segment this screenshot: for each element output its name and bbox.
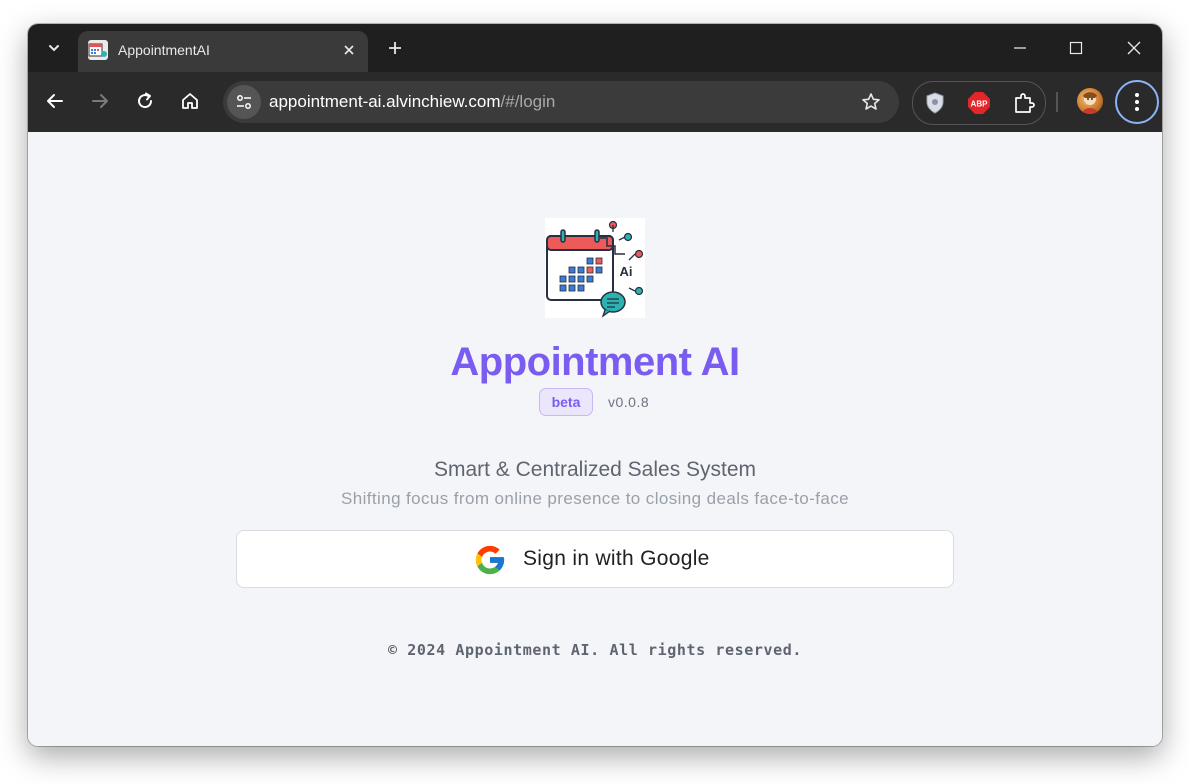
profile-avatar[interactable] [1077, 88, 1103, 114]
arrow-left-icon [47, 94, 63, 108]
adblock-plus-icon: ABP [968, 92, 990, 114]
close-icon [344, 45, 354, 55]
close-window-button[interactable] [1114, 34, 1154, 62]
extensions-menu-button[interactable] [1008, 87, 1040, 119]
shield-icon [926, 92, 944, 114]
arrow-right-icon [92, 94, 108, 108]
tab-title: AppointmentAI [118, 42, 210, 58]
home-button[interactable] [173, 84, 207, 118]
tab-search-button[interactable] [40, 36, 68, 60]
home-icon [182, 93, 198, 109]
tab-active[interactable]: AppointmentAI [78, 31, 368, 72]
extensions-puzzle-icon [1015, 93, 1035, 113]
beta-badge: beta [539, 388, 593, 416]
tab-strip: AppointmentAI [28, 24, 1162, 72]
subtitle: Shifting focus from online presence to c… [341, 489, 849, 508]
shield-extension-button[interactable] [919, 87, 951, 119]
browser-menu-button[interactable] [1115, 80, 1159, 124]
tab-favicon-icon [88, 40, 108, 60]
tab-close-button[interactable] [338, 39, 360, 61]
google-signin-label: Sign in with Google [523, 547, 710, 570]
more-vertical-icon [1135, 93, 1139, 111]
extensions-group: ABP [912, 81, 1046, 125]
google-logo-icon [475, 545, 505, 575]
tagline: Smart & Centralized Sales System [433, 458, 757, 481]
site-info-button[interactable] [227, 85, 261, 119]
version-label: v0.0.8 [608, 394, 650, 410]
url-path: /#/login [500, 92, 556, 111]
minimize-icon [1014, 47, 1026, 49]
new-tab-button[interactable] [382, 35, 408, 61]
reload-button[interactable] [128, 84, 162, 118]
browser-window: AppointmentAI appointment-ai.alvinchiew.… [28, 24, 1162, 746]
app-title: Appointment AI [450, 340, 740, 384]
close-icon [1127, 41, 1141, 55]
adblock-extension-button[interactable]: ABP [963, 87, 995, 119]
google-signin-button[interactable]: Sign in with Google [236, 530, 954, 588]
tune-icon [237, 95, 251, 109]
footer-copyright: © 2024 Appointment AI. All rights reserv… [387, 641, 803, 659]
browser-toolbar: appointment-ai.alvinchiew.com/#/login AB… [28, 72, 1162, 133]
reload-icon [138, 92, 153, 109]
bookmark-button[interactable] [859, 90, 883, 114]
url-host: appointment-ai.alvinchiew.com [269, 92, 501, 111]
star-icon [862, 93, 880, 110]
calendar-ai-logo-icon: Ai [546, 220, 644, 318]
maximize-button[interactable] [1056, 34, 1096, 62]
app-logo: Ai [545, 218, 645, 318]
back-button[interactable] [38, 84, 72, 118]
url-text[interactable]: appointment-ai.alvinchiew.com/#/login [269, 92, 555, 112]
svg-text:ABP: ABP [971, 100, 989, 109]
profile-avatar-image [1082, 92, 1098, 114]
svg-text:Ai: Ai [620, 264, 633, 279]
page-content: Ai Appointment AI beta v0.0.8 Smart & Ce… [28, 132, 1162, 746]
address-bar[interactable]: appointment-ai.alvinchiew.com/#/login [223, 81, 899, 123]
plus-icon [389, 42, 401, 54]
maximize-icon [1069, 41, 1083, 55]
chevron-down-icon [49, 45, 59, 52]
forward-button[interactable] [83, 84, 117, 118]
minimize-button[interactable] [1000, 34, 1040, 62]
toolbar-divider [1056, 92, 1058, 112]
